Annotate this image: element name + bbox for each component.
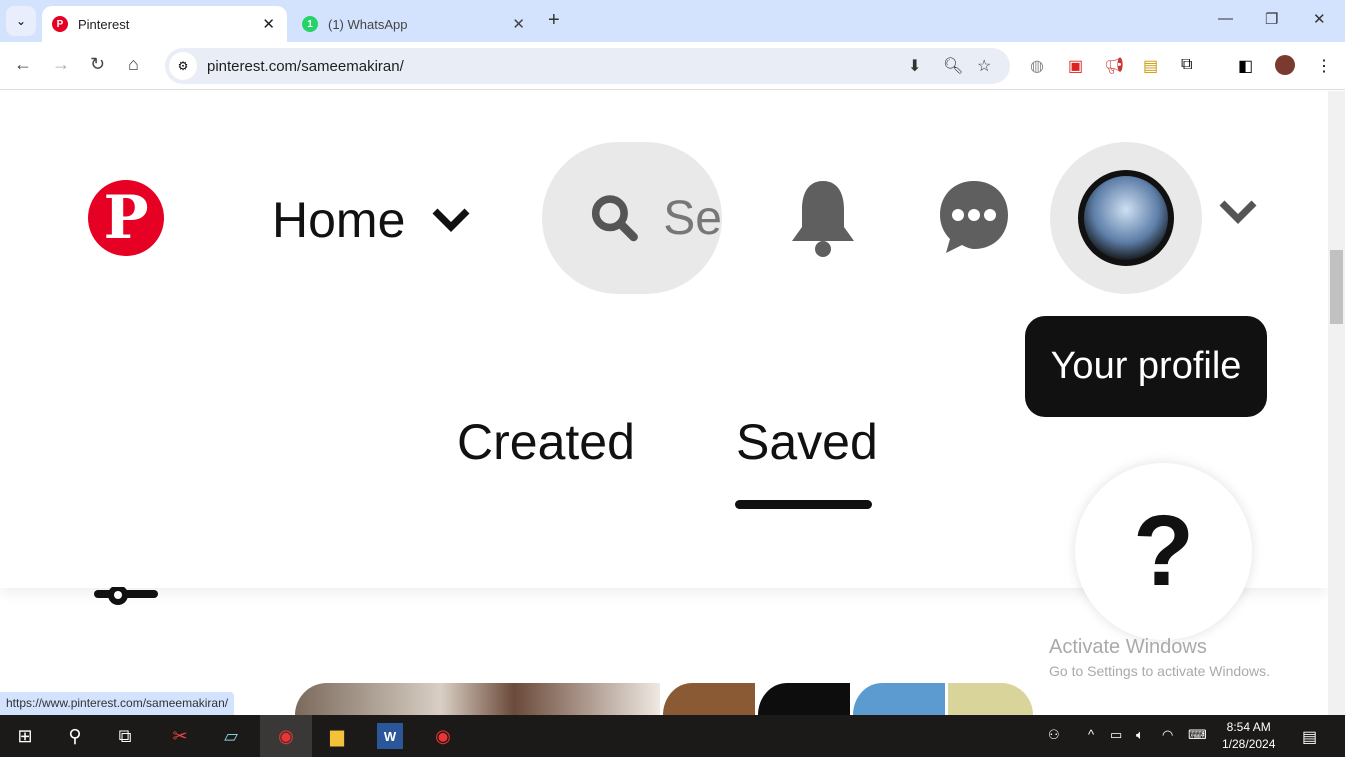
pinterest-icon: P — [52, 16, 68, 32]
keyboard-icon[interactable]: ⌨ — [1188, 727, 1207, 743]
url-text[interactable]: pinterest.com/sameemakiran/ — [207, 58, 404, 75]
scrollbar-thumb[interactable] — [1330, 250, 1343, 324]
clock-date: 1/28/2024 — [1222, 737, 1276, 751]
extensions-puzzle-icon[interactable]: ⧉ — [1181, 56, 1192, 74]
reload-icon[interactable]: ↻ — [90, 54, 105, 75]
scrollbar[interactable] — [1328, 91, 1345, 715]
home-dropdown[interactable]: Home — [272, 191, 471, 249]
profile-avatar[interactable] — [1275, 55, 1295, 75]
tab-created[interactable]: Created — [457, 413, 635, 471]
notifications-icon[interactable]: ▤ — [1302, 727, 1317, 747]
megaphone-extension-icon[interactable]: 📢︎ — [1104, 56, 1124, 76]
help-button[interactable]: ? — [1075, 463, 1252, 640]
media-extension-icon[interactable]: ▣ — [1068, 56, 1083, 76]
tab-whatsapp[interactable]: 1 (1) WhatsApp ✕ — [292, 6, 537, 42]
snipping-tool-icon[interactable]: ✂ — [167, 723, 193, 749]
clock-time: 8:54 AM — [1226, 720, 1271, 734]
back-icon[interactable]: ← — [14, 54, 32, 75]
account-chevron-down-icon[interactable] — [1218, 199, 1258, 225]
volume-icon[interactable]: 🔈︎ — [1136, 727, 1144, 743]
notifications-bell-icon[interactable] — [790, 179, 856, 257]
avatar — [1078, 170, 1174, 266]
chrome-profile-icon[interactable]: ◉ — [430, 723, 456, 749]
close-window-icon[interactable]: ✕ — [1313, 10, 1326, 28]
folder-extension-icon[interactable]: ▤ — [1143, 56, 1158, 76]
search-input[interactable]: Se — [542, 142, 722, 294]
restore-icon[interactable]: ❐ — [1265, 10, 1278, 28]
chrome-icon[interactable]: ◉ — [260, 715, 312, 757]
board-cover-preview[interactable] — [295, 683, 1033, 715]
tab-search-button[interactable]: ⌄ — [6, 6, 36, 36]
bookmark-star-icon[interactable]: ☆ — [977, 56, 991, 76]
tab-title: Pinterest — [78, 16, 130, 32]
system-clock[interactable]: 8:54 AM 1/28/2024 — [1222, 719, 1275, 753]
home-label: Home — [272, 192, 406, 248]
battery-icon[interactable]: ▭ — [1110, 727, 1122, 743]
profile-button[interactable] — [1050, 142, 1202, 294]
minimize-icon[interactable]: — — [1218, 10, 1233, 27]
new-tab-button[interactable]: + — [548, 9, 560, 32]
wifi-icon[interactable]: ◠ — [1162, 727, 1173, 743]
install-app-icon[interactable]: ⬇ — [908, 56, 921, 76]
tab-strip: ⌄ P Pinterest ✕ 1 (1) WhatsApp ✕ + — ❐ ✕ — [0, 0, 1345, 42]
pinterest-logo[interactable]: P — [88, 180, 164, 256]
browser-toolbar: ← → ↻ ⌂ ⚙ pinterest.com/sameemakiran/ ⬇ … — [0, 42, 1345, 90]
filter-sliders-icon[interactable] — [94, 587, 158, 609]
task-view-icon[interactable]: ⧉ — [112, 723, 138, 749]
search-placeholder: Se — [663, 191, 722, 245]
menu-kebab-icon[interactable]: ⋮ — [1316, 56, 1332, 76]
watermark-subtitle: Go to Settings to activate Windows. — [1049, 663, 1270, 679]
site-info-icon[interactable]: ⚙ — [169, 52, 197, 80]
windows-taskbar: ⊞ ⚲ ⧉ ✂ ▱ ◉ ▆ W ◉ ⚇ ^ ▭ 🔈︎ ◠ ⌨ 8:54 AM 1… — [0, 715, 1345, 757]
file-explorer-icon[interactable]: ▆ — [324, 723, 350, 749]
address-bar[interactable]: ⚙ pinterest.com/sameemakiran/ ⬇ 🔍︎ ☆ — [165, 48, 1010, 84]
close-tab-icon[interactable]: ✕ — [512, 15, 525, 33]
tab-pinterest[interactable]: P Pinterest ✕ — [42, 6, 287, 42]
chevron-down-icon — [432, 208, 470, 232]
windows-start-icon[interactable]: ⊞ — [12, 723, 38, 749]
side-panel-icon[interactable]: ◧ — [1238, 56, 1253, 76]
pinterest-page: P Home Se Your profile Created Saved ? A… — [0, 91, 1328, 715]
whatsapp-icon: 1 — [302, 16, 318, 32]
home-icon[interactable]: ⌂ — [128, 54, 139, 75]
notepad-icon[interactable]: ▱ — [218, 723, 244, 749]
search-icon — [591, 195, 638, 242]
messages-icon[interactable] — [938, 179, 1010, 255]
profile-tooltip: Your profile — [1025, 316, 1267, 417]
search-icon[interactable]: ⚲ — [62, 723, 88, 749]
forward-icon[interactable]: → — [52, 54, 70, 75]
zoom-icon[interactable]: 🔍︎ — [943, 56, 963, 76]
tab-saved[interactable]: Saved — [736, 413, 878, 471]
people-icon[interactable]: ⚇ — [1048, 727, 1060, 743]
active-tab-indicator — [735, 500, 872, 509]
close-tab-icon[interactable]: ✕ — [262, 15, 275, 33]
activate-windows-watermark: Activate Windows Go to Settings to activ… — [1049, 636, 1270, 679]
watermark-title: Activate Windows — [1049, 636, 1207, 658]
globe-extension-icon[interactable]: ◍ — [1030, 56, 1044, 76]
link-status-bar: https://www.pinterest.com/sameemakiran/ — [0, 692, 235, 715]
word-icon[interactable]: W — [377, 723, 403, 749]
show-hidden-icons[interactable]: ^ — [1088, 727, 1094, 742]
tab-title: (1) WhatsApp — [328, 16, 408, 32]
